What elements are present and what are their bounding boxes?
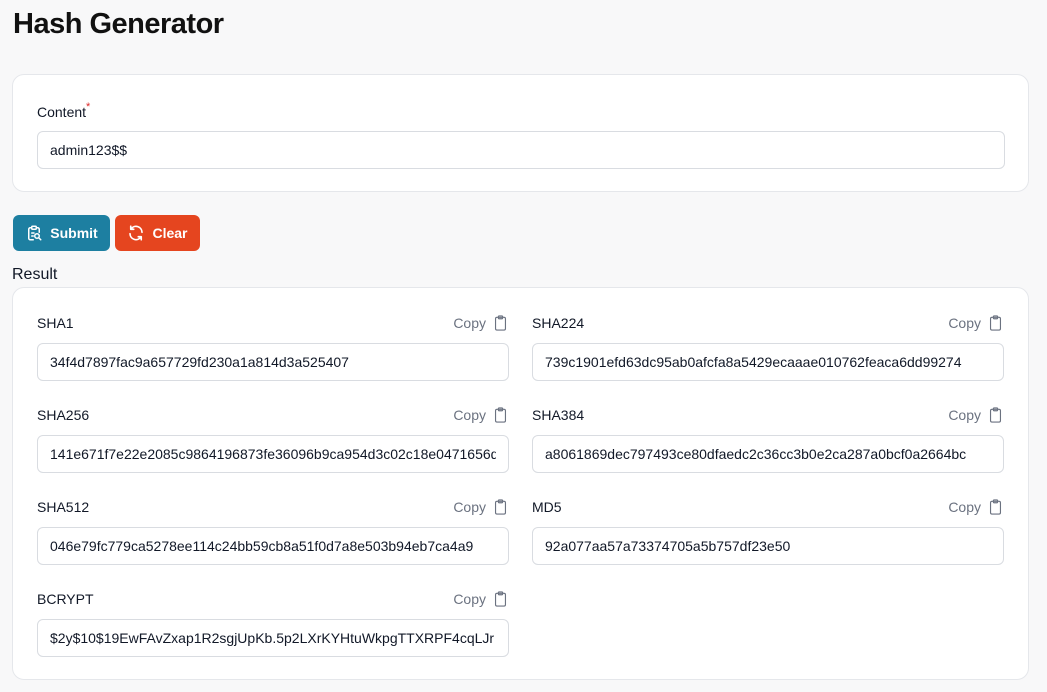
clipboard-icon	[494, 407, 507, 423]
clipboard-icon	[989, 499, 1002, 515]
clipboard-icon	[989, 315, 1002, 331]
copy-button[interactable]: Copy	[453, 406, 509, 424]
content-card: Content*	[12, 74, 1029, 192]
hash-value-input[interactable]	[532, 527, 1004, 565]
page-title: Hash Generator	[13, 8, 224, 40]
copy-button[interactable]: Copy	[948, 498, 1004, 516]
hash-item-bcrypt: BCRYPT Copy	[37, 564, 509, 657]
result-label: Result	[12, 266, 58, 283]
hash-name: SHA256	[37, 407, 90, 423]
hash-name: SHA384	[532, 407, 585, 423]
copy-label: Copy	[453, 407, 486, 423]
hash-value-input[interactable]	[37, 527, 509, 565]
copy-label: Copy	[948, 407, 981, 423]
result-card: SHA1 Copy SHA224 Copy SHA256 Copy S	[12, 287, 1029, 680]
clipboard-icon	[989, 407, 1002, 423]
clipboard-search-icon	[28, 225, 42, 241]
clear-button-label: Clear	[152, 225, 188, 241]
content-input[interactable]	[37, 131, 1005, 169]
copy-label: Copy	[453, 499, 486, 515]
refresh-icon	[129, 225, 144, 241]
hash-value-input[interactable]	[532, 343, 1004, 381]
copy-button[interactable]: Copy	[453, 590, 509, 608]
hash-value-input[interactable]	[37, 343, 509, 381]
hash-item-sha224: SHA224 Copy	[532, 288, 1004, 381]
content-label: Content*	[37, 101, 91, 120]
hash-name: SHA512	[37, 499, 90, 515]
hash-item-sha1: SHA1 Copy	[37, 288, 509, 381]
hash-name: SHA224	[532, 315, 585, 331]
hash-item-sha384: SHA384 Copy	[532, 380, 1004, 473]
clipboard-icon	[494, 315, 507, 331]
clipboard-icon	[494, 591, 507, 607]
clear-button[interactable]: Clear	[115, 215, 200, 251]
hash-item-md5: MD5 Copy	[532, 472, 1004, 565]
hash-name: MD5	[532, 499, 562, 515]
copy-label: Copy	[948, 315, 981, 331]
copy-button[interactable]: Copy	[948, 406, 1004, 424]
copy-label: Copy	[453, 315, 486, 331]
hash-value-input[interactable]	[37, 435, 509, 473]
submit-button[interactable]: Submit	[13, 215, 110, 251]
copy-label: Copy	[453, 591, 486, 607]
hash-value-input[interactable]	[532, 435, 1004, 473]
clipboard-icon	[494, 499, 507, 515]
hash-item-sha256: SHA256 Copy	[37, 380, 509, 473]
copy-button[interactable]: Copy	[948, 314, 1004, 332]
hash-name: SHA1	[37, 315, 74, 331]
hash-value-input[interactable]	[37, 619, 509, 657]
copy-button[interactable]: Copy	[453, 498, 509, 516]
page: Hash Generator Content* Submit Clear Res…	[0, 0, 1047, 692]
submit-button-label: Submit	[50, 225, 98, 241]
hash-name: BCRYPT	[37, 591, 94, 607]
content-label-text: Content	[37, 104, 87, 120]
hash-item-sha512: SHA512 Copy	[37, 472, 509, 565]
required-asterisk: *	[86, 101, 91, 113]
copy-button[interactable]: Copy	[453, 314, 509, 332]
copy-label: Copy	[948, 499, 981, 515]
